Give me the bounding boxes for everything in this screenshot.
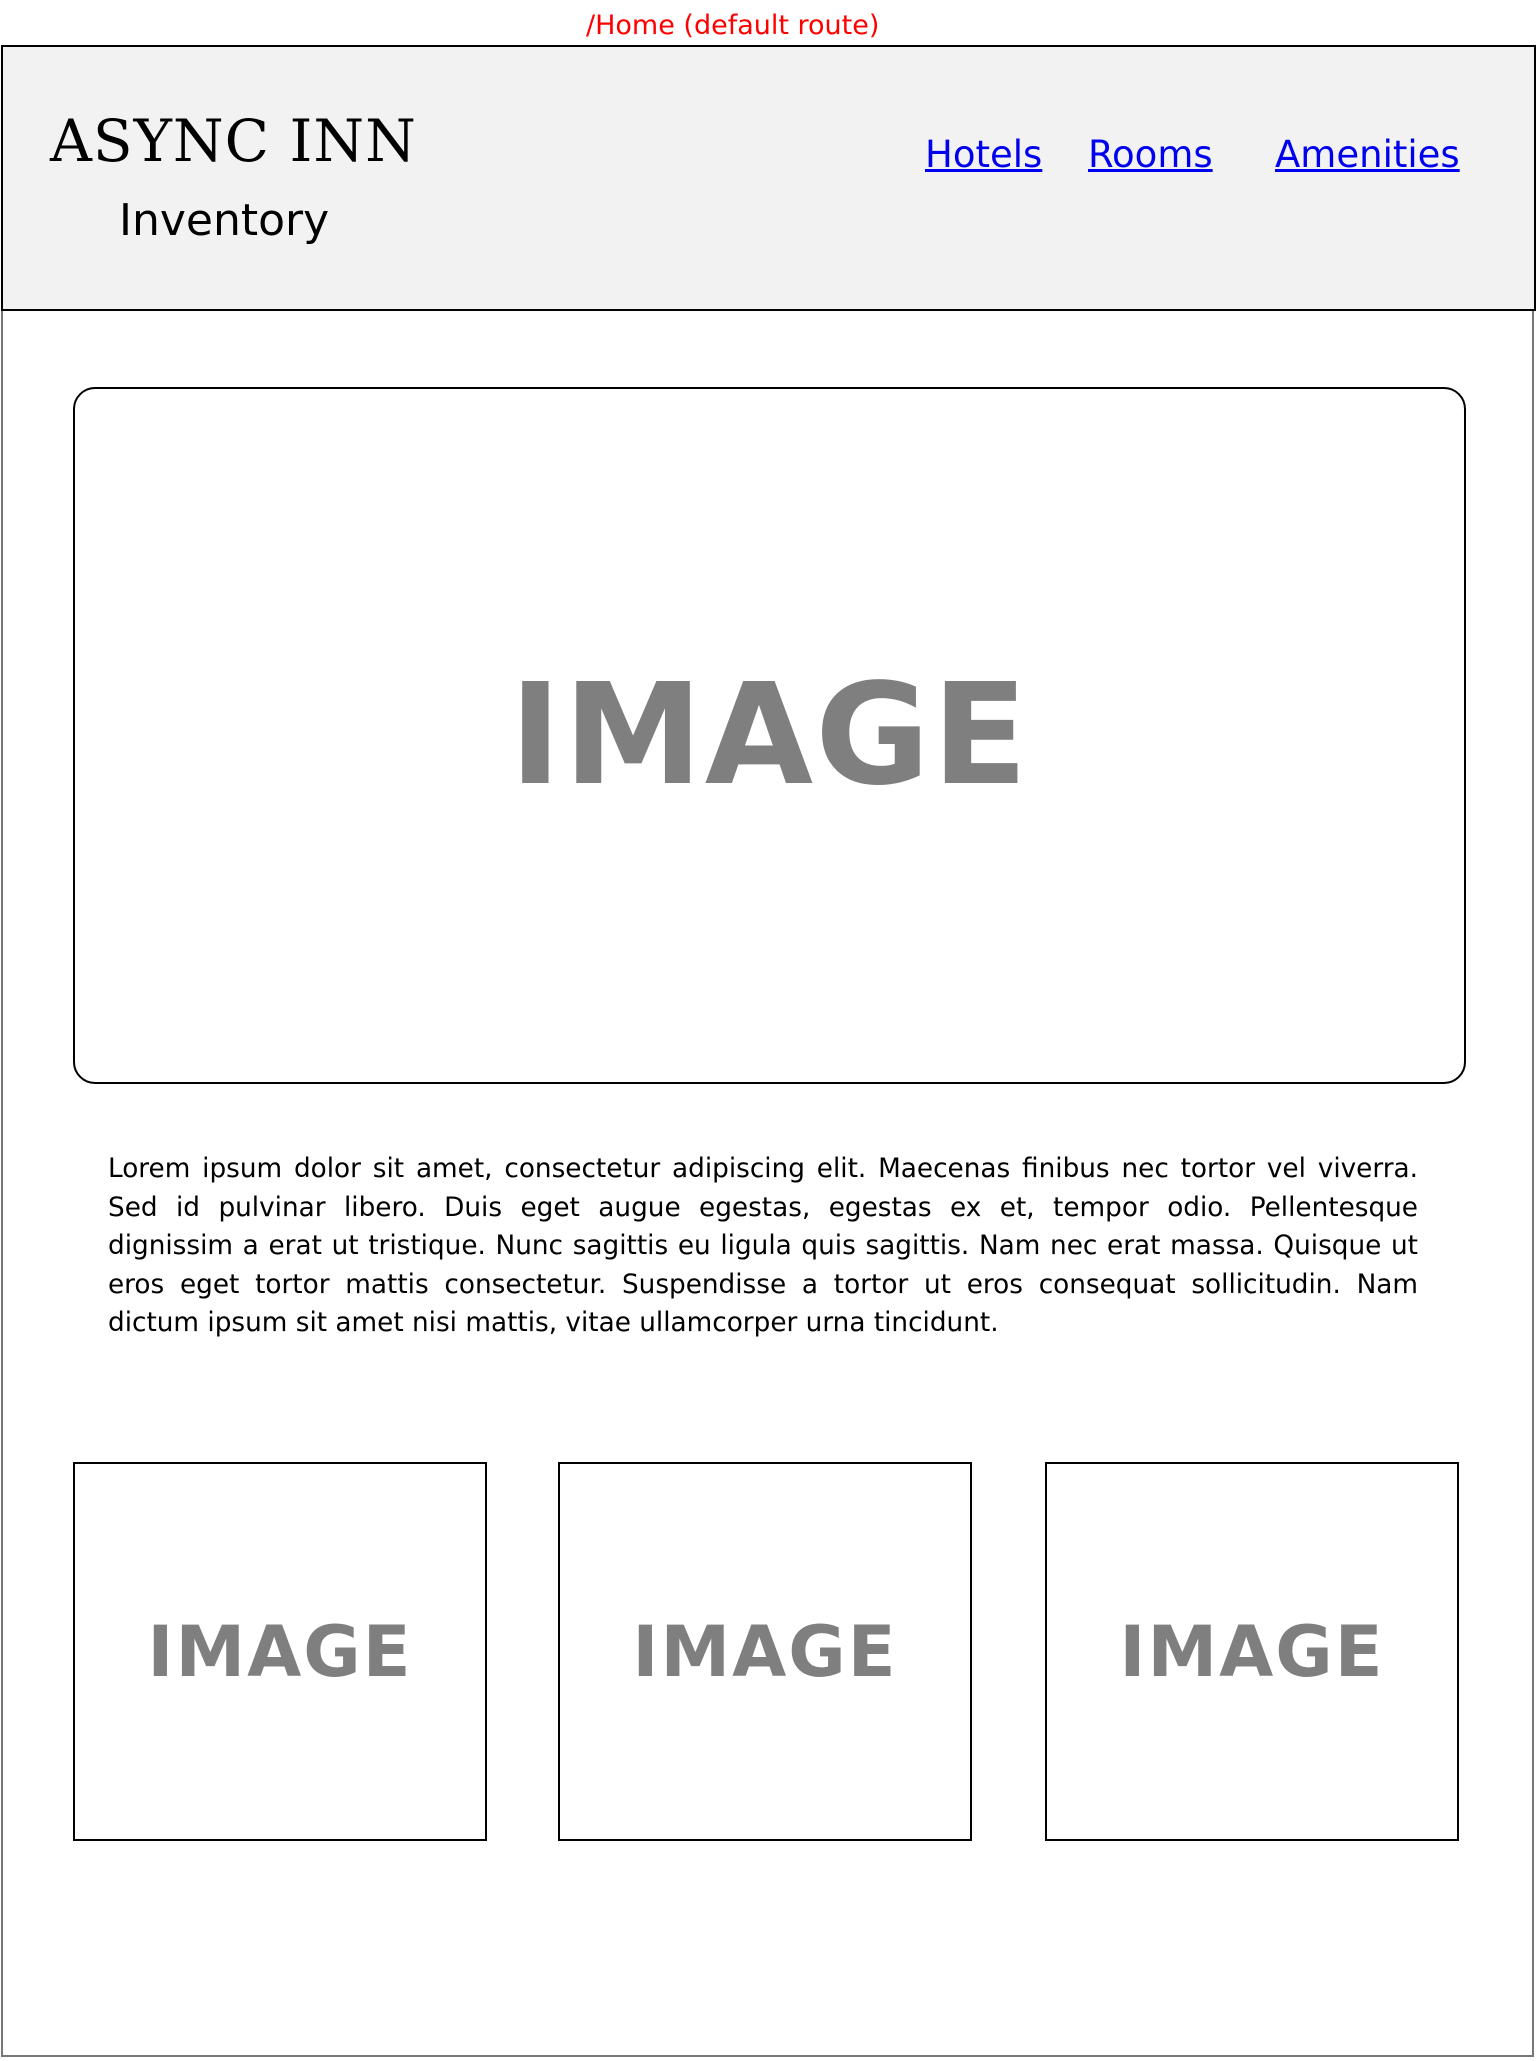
thumbnail-image-placeholder-1: IMAGE bbox=[73, 1462, 487, 1841]
site-header: ASYNC INN Inventory Hotels Rooms Ameniti… bbox=[1, 45, 1536, 311]
route-label: /Home (default route) bbox=[586, 10, 880, 41]
thumbnail-image-label: IMAGE bbox=[147, 1610, 413, 1693]
nav-link-amenities[interactable]: Amenities bbox=[1275, 133, 1460, 176]
nav-link-rooms[interactable]: Rooms bbox=[1088, 133, 1213, 176]
brand-title: ASYNC INN bbox=[50, 107, 417, 175]
description-paragraph: Lorem ipsum dolor sit amet, consectetur … bbox=[108, 1154, 1418, 1338]
hero-image-label: IMAGE bbox=[509, 653, 1030, 817]
nav-link-hotels[interactable]: Hotels bbox=[925, 133, 1042, 176]
thumbnail-image-placeholder-2: IMAGE bbox=[558, 1462, 972, 1841]
thumbnail-image-label: IMAGE bbox=[632, 1610, 898, 1693]
thumbnail-image-label: IMAGE bbox=[1119, 1610, 1385, 1693]
brand-subtitle: Inventory bbox=[119, 195, 330, 246]
thumbnail-image-placeholder-3: IMAGE bbox=[1045, 1462, 1459, 1841]
hero-image-placeholder: IMAGE bbox=[73, 387, 1466, 1084]
